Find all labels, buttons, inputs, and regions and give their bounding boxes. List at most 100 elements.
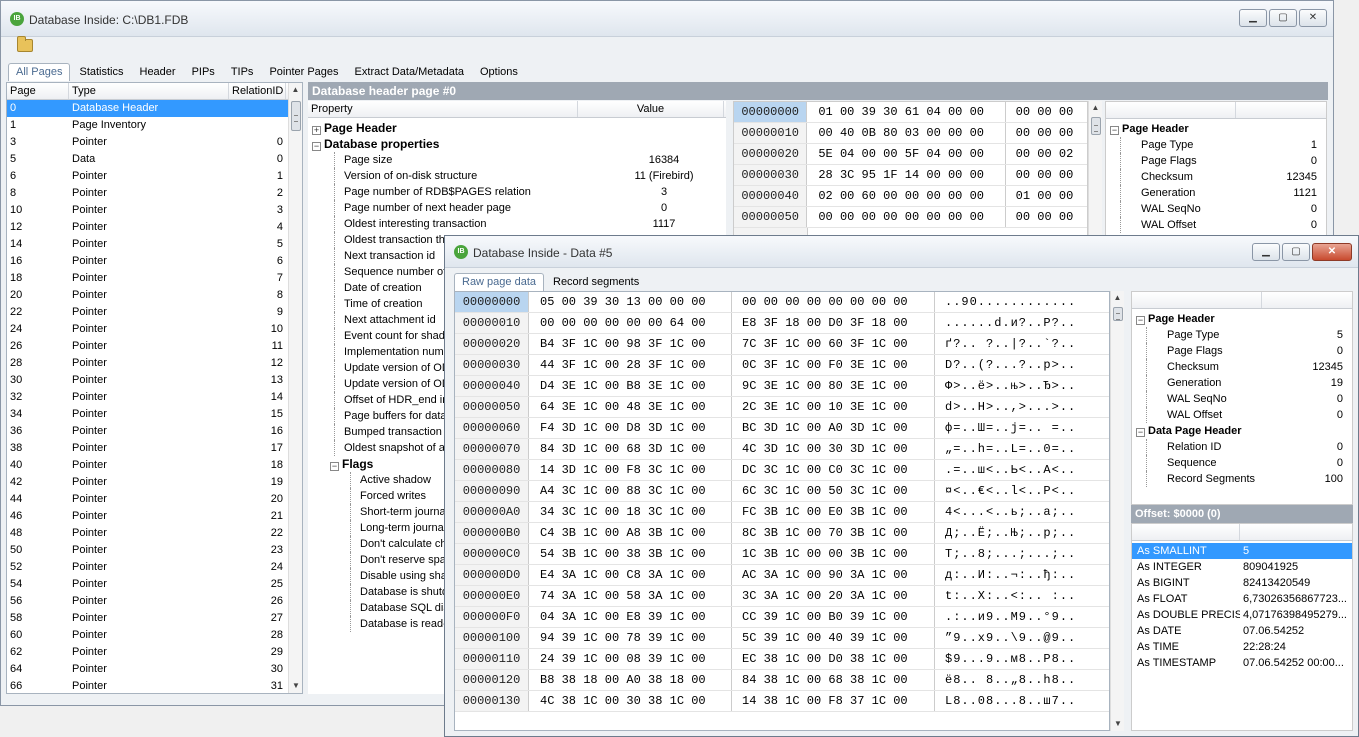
property-row[interactable]: Generation 19 — [1146, 375, 1348, 391]
property-row[interactable]: Checksum 12345 — [1120, 169, 1322, 185]
hex-bytes[interactable]: 54 3B 1C 00 38 3B 1C 00 — [529, 544, 732, 564]
ascii-text[interactable]: .:..и9..М9..°9.. — [935, 607, 1076, 627]
hex-address[interactable]: 00000010 — [455, 313, 529, 333]
property-row[interactable]: WAL Offset 0 — [1146, 407, 1348, 423]
hex-bytes[interactable]: 4C 3D 1C 00 30 3D 1C 00 — [732, 439, 935, 459]
ascii-text[interactable]: д:..И:..¬:..ђ:.. — [935, 565, 1076, 585]
property-row[interactable]: WAL SeqNo 0 — [1120, 201, 1322, 217]
ascii-text[interactable]: 4<...<..ь;..а;.. — [935, 502, 1076, 522]
hex-bytes[interactable]: 5C 39 1C 00 40 39 1C 00 — [732, 628, 935, 648]
table-row[interactable]: 64 Pointer 30 — [7, 661, 302, 678]
column-header[interactable]: Property — [308, 101, 578, 117]
hex-bytes[interactable]: A4 3C 1C 00 88 3C 1C 00 — [529, 481, 732, 501]
flag-row[interactable]: Don't reserve spa — [350, 552, 450, 568]
tab-all-pages[interactable]: All Pages — [8, 63, 71, 81]
ascii-text[interactable]: ё8.. 8..„8..h8.. — [935, 670, 1076, 690]
hex-address[interactable]: 00000090 — [455, 481, 529, 501]
open-folder-icon[interactable] — [17, 36, 33, 52]
table-row[interactable]: 42 Pointer 19 — [7, 474, 302, 491]
hex-address[interactable]: 00000030 — [734, 165, 808, 185]
hex-address[interactable]: 00000040 — [734, 186, 808, 206]
hex-bytes[interactable]: EC 38 1C 00 D0 38 1C 00 — [732, 649, 935, 669]
hex-bytes[interactable]: 3C 3A 1C 00 20 3A 1C 00 — [732, 586, 935, 606]
property-row[interactable]: Page Type 1 — [1120, 137, 1322, 153]
interpreter-row[interactable]: As INTEGER 809041925 — [1132, 559, 1352, 575]
column-header[interactable]: Value — [578, 101, 724, 117]
property-row[interactable]: Page size 16384 — [334, 152, 726, 168]
table-row[interactable]: 52 Pointer 24 — [7, 559, 302, 576]
collapse-icon[interactable]: − — [312, 142, 321, 151]
hex-address[interactable]: 00000000 — [455, 292, 529, 312]
hex-bytes[interactable]: 84 38 1C 00 68 38 1C 00 — [732, 670, 935, 690]
hex-bytes[interactable]: 74 3A 1C 00 58 3A 1C 00 — [529, 586, 732, 606]
collapse-icon[interactable]: − — [1136, 428, 1145, 437]
hex-bytes[interactable]: 24 39 1C 00 08 39 1C 00 — [529, 649, 732, 669]
column-header[interactable]: RelationID — [229, 83, 286, 99]
tab-pointer-pages[interactable]: Pointer Pages — [262, 64, 345, 81]
flag-row[interactable]: Long-term journal — [350, 520, 450, 536]
table-row[interactable]: 10 Pointer 3 — [7, 202, 302, 219]
hex-bytes[interactable]: BC 3D 1C 00 A0 3D 1C 00 — [732, 418, 935, 438]
property-row[interactable]: Page number of RDB$PAGES relation 3 — [334, 184, 726, 200]
interpreter-row[interactable]: As DOUBLE PRECIS... 4,07176398495279... — [1132, 607, 1352, 623]
hex-address[interactable]: 00000070 — [455, 439, 529, 459]
ascii-text[interactable]: ґ?.. ?..|?..`?.. — [935, 334, 1076, 354]
table-row[interactable]: 22 Pointer 9 — [7, 304, 302, 321]
property-row[interactable]: Version of on-disk structure 11 (Firebird… — [334, 168, 726, 184]
hex-address[interactable]: 00000010 — [734, 123, 808, 143]
table-row[interactable]: 14 Pointer 5 — [7, 236, 302, 253]
ascii-text[interactable]: ”9..x9..\9..@9.. — [935, 628, 1076, 648]
property-row[interactable]: Oldest interesting transaction 1117 — [334, 216, 726, 232]
table-row[interactable]: 20 Pointer 8 — [7, 287, 302, 304]
hex-bytes[interactable]: F4 3D 1C 00 D8 3D 1C 00 — [529, 418, 732, 438]
hex-address[interactable]: 000000C0 — [455, 544, 529, 564]
table-row[interactable]: 16 Pointer 6 — [7, 253, 302, 270]
interpreter-row[interactable]: As FLOAT 6,73026356867723... — [1132, 591, 1352, 607]
ascii-text[interactable]: D?..(?...?..p>.. — [935, 355, 1076, 375]
hex-bytes[interactable]: 94 39 1C 00 78 39 1C 00 — [529, 628, 732, 648]
hex-address[interactable]: 000000E0 — [455, 586, 529, 606]
hex-bytes[interactable]: 6C 3C 1C 00 50 3C 1C 00 — [732, 481, 935, 501]
ascii-text[interactable]: ф=..Ш=..ј=.. =.. — [935, 418, 1076, 438]
hex-bytes[interactable]: 9C 3E 1C 00 80 3E 1C 00 — [732, 376, 935, 396]
ascii-text[interactable]: L8..08...8..ш7.. — [935, 691, 1076, 711]
flag-row[interactable]: Database is shutd — [350, 584, 450, 600]
table-row[interactable]: 5 Data 0 — [7, 151, 302, 168]
hex-bytes[interactable]: 01 00 00 — [1006, 186, 1087, 206]
scroll-down-icon[interactable]: ▼ — [1111, 717, 1125, 731]
flag-row[interactable]: Disable using shar — [350, 568, 450, 584]
table-row[interactable]: 30 Pointer 13 — [7, 372, 302, 389]
flag-row[interactable]: Database SQL dia — [350, 600, 450, 616]
table-row[interactable]: 32 Pointer 14 — [7, 389, 302, 406]
hex-bytes[interactable]: 4C 38 1C 00 30 38 1C 00 — [529, 691, 732, 711]
hex-address[interactable]: 000000D0 — [455, 565, 529, 585]
property-row[interactable]: WAL SeqNo 0 — [1146, 391, 1348, 407]
property-row[interactable]: Page Type 5 — [1146, 327, 1348, 343]
hex-bytes[interactable]: 8C 3B 1C 00 70 3B 1C 00 — [732, 523, 935, 543]
property-row[interactable]: WAL Offset 0 — [1120, 217, 1322, 233]
table-row[interactable]: 46 Pointer 21 — [7, 508, 302, 525]
minimize-button[interactable]: ▁ — [1239, 9, 1267, 27]
table-row[interactable]: 50 Pointer 23 — [7, 542, 302, 559]
hex-bytes[interactable]: 84 3D 1C 00 68 3D 1C 00 — [529, 439, 732, 459]
hex-bytes[interactable]: B8 38 18 00 A0 38 18 00 — [529, 670, 732, 690]
ascii-text[interactable]: Д;..Ё;..Њ;..p;.. — [935, 523, 1076, 543]
hex-address[interactable]: 00000100 — [455, 628, 529, 648]
property-row[interactable]: Page Flags 0 — [1120, 153, 1322, 169]
hex-address[interactable]: 000000B0 — [455, 523, 529, 543]
column-header[interactable]: Page — [7, 83, 69, 99]
ascii-text[interactable]: T;..8;...;...;.. — [935, 544, 1076, 564]
table-row[interactable]: 60 Pointer 28 — [7, 627, 302, 644]
hex-bytes[interactable]: 7C 3F 1C 00 60 3F 1C 00 — [732, 334, 935, 354]
property-row[interactable]: Record Segments 100 — [1146, 471, 1348, 487]
table-row[interactable]: 44 Pointer 20 — [7, 491, 302, 508]
property-row[interactable]: Checksum 12345 — [1146, 359, 1348, 375]
tree-node[interactable]: − Data Page Header — [1136, 423, 1348, 439]
interpreter-row[interactable]: As TIME 22:28:24 — [1132, 639, 1352, 655]
hex-address[interactable]: 00000020 — [734, 144, 808, 164]
close-button[interactable]: ✕ — [1299, 9, 1327, 27]
ascii-text[interactable]: ¤<..€<..l<..P<.. — [935, 481, 1076, 501]
tab-pips[interactable]: PIPs — [185, 64, 222, 81]
hex-bytes[interactable]: 14 3D 1C 00 F8 3C 1C 00 — [529, 460, 732, 480]
ascii-text[interactable]: ..90............ — [935, 292, 1076, 312]
